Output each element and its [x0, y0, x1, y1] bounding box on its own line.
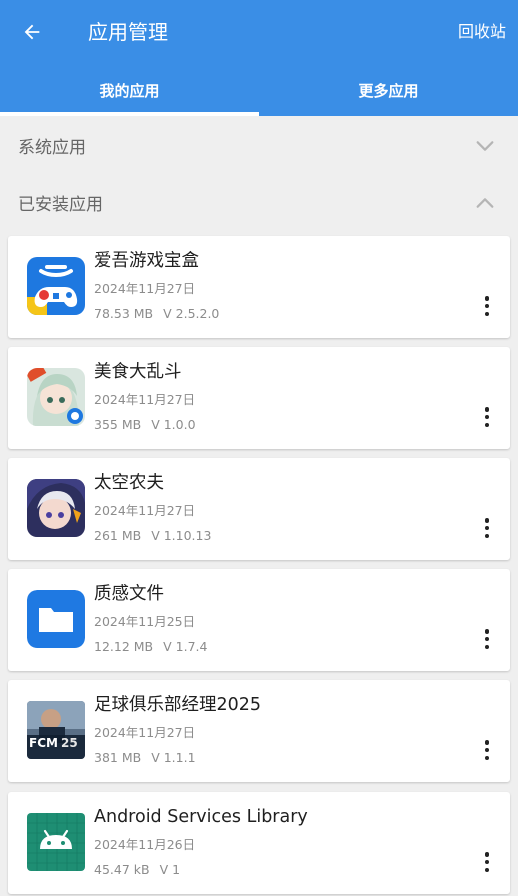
tab-my-apps[interactable]: 我的应用 [0, 64, 259, 116]
space-farmer-icon [27, 479, 85, 537]
app-meta: 355 MB V 1.0.0 [94, 416, 196, 434]
section-label: 系统应用 [18, 137, 86, 158]
tab-bar: 我的应用 更多应用 [0, 64, 518, 116]
app-install-date: 2024年11月27日 [94, 725, 196, 740]
folder-icon [27, 590, 85, 648]
recycle-bin-button[interactable]: 回收站 [458, 20, 506, 44]
page-title: 应用管理 [88, 20, 168, 44]
more-options-button[interactable] [478, 850, 496, 874]
section-label: 已安装应用 [18, 194, 103, 215]
tab-more-apps[interactable]: 更多应用 [259, 64, 518, 116]
app-meta: 45.47 kB V 1 [94, 861, 180, 879]
tab-label: 更多应用 [358, 81, 419, 100]
app-name: Android Services Library [94, 807, 308, 827]
app-size: 261 MB [94, 528, 142, 543]
tab-label: 我的应用 [99, 81, 160, 100]
app-card[interactable]: FCM 25 足球俱乐部经理2025 2024年11月27日 381 MB V 1… [8, 680, 510, 782]
app-card[interactable]: 太空农夫 2024年11月27日 261 MB V 1.10.13 [8, 458, 510, 560]
game-box-icon [27, 257, 85, 315]
app-name: 质感文件 [94, 584, 164, 604]
android-icon [27, 813, 85, 871]
app-card[interactable]: Android Services Library 2024年11月26日 45.… [8, 792, 510, 894]
chevron-down-icon [476, 141, 494, 151]
app-name: 太空农夫 [94, 473, 164, 493]
app-version: V 1.1.1 [151, 750, 196, 765]
section-installed-apps[interactable]: 已安装应用 [0, 174, 518, 230]
app-meta: 381 MB V 1.1.1 [94, 749, 196, 767]
more-options-button[interactable] [478, 516, 496, 540]
app-version: V 1 [159, 862, 181, 877]
app-card[interactable]: 美食大乱斗 2024年11月27日 355 MB V 1.0.0 [8, 347, 510, 449]
app-install-date: 2024年11月25日 [94, 614, 196, 629]
svg-text:25: 25 [61, 736, 78, 750]
app-version: V 1.7.4 [163, 639, 208, 654]
more-options-button[interactable] [478, 294, 496, 318]
app-install-date: 2024年11月26日 [94, 837, 196, 852]
back-button[interactable] [14, 14, 50, 50]
app-meta: 261 MB V 1.10.13 [94, 527, 211, 545]
section-system-apps[interactable]: 系统应用 [0, 117, 518, 173]
app-card[interactable]: 质感文件 2024年11月25日 12.12 MB V 1.7.4 [8, 569, 510, 671]
app-name: 美食大乱斗 [94, 362, 182, 382]
app-meta: 78.53 MB V 2.5.2.0 [94, 305, 219, 323]
app-size: 45.47 kB [94, 862, 150, 877]
chevron-up-icon [476, 198, 494, 208]
app-size: 381 MB [94, 750, 142, 765]
app-meta: 12.12 MB V 1.7.4 [94, 638, 207, 656]
app-version: V 2.5.2.0 [163, 306, 220, 321]
fcm25-icon: FCM 25 [27, 701, 85, 759]
app-card[interactable]: 爱吾游戏宝盒 2024年11月27日 78.53 MB V 2.5.2.0 [8, 236, 510, 338]
app-bar: 应用管理 回收站 我的应用 更多应用 [0, 0, 518, 116]
app-install-date: 2024年11月27日 [94, 281, 196, 296]
more-options-button[interactable] [478, 627, 496, 651]
app-version: V 1.10.13 [151, 528, 212, 543]
food-battle-icon [27, 368, 85, 426]
app-name: 爱吾游戏宝盒 [94, 251, 199, 271]
more-options-button[interactable] [478, 405, 496, 429]
arrow-left-icon [24, 24, 40, 40]
app-size: 78.53 MB [94, 306, 154, 321]
app-version: V 1.0.0 [151, 417, 196, 432]
app-install-date: 2024年11月27日 [94, 392, 196, 407]
svg-text:FCM: FCM [29, 736, 58, 750]
app-name: 足球俱乐部经理2025 [94, 695, 262, 715]
app-size: 355 MB [94, 417, 142, 432]
app-install-date: 2024年11月27日 [94, 503, 196, 518]
more-options-button[interactable] [478, 738, 496, 762]
app-size: 12.12 MB [94, 639, 154, 654]
